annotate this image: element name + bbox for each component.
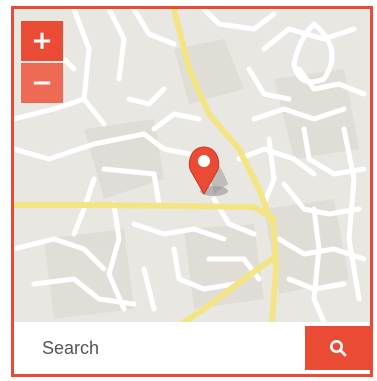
map-view[interactable]: + −: [14, 9, 370, 322]
search-icon: [329, 340, 346, 357]
plus-icon: +: [31, 26, 53, 56]
search-bar: [14, 322, 370, 374]
location-pin-marker[interactable]: [188, 146, 228, 196]
zoom-in-button[interactable]: +: [21, 21, 63, 61]
map-widget: + −: [11, 6, 373, 377]
search-button[interactable]: [305, 326, 370, 370]
minus-icon: −: [31, 68, 53, 98]
search-input[interactable]: [14, 322, 304, 374]
street-map[interactable]: [14, 9, 370, 322]
zoom-out-button[interactable]: −: [21, 63, 63, 103]
